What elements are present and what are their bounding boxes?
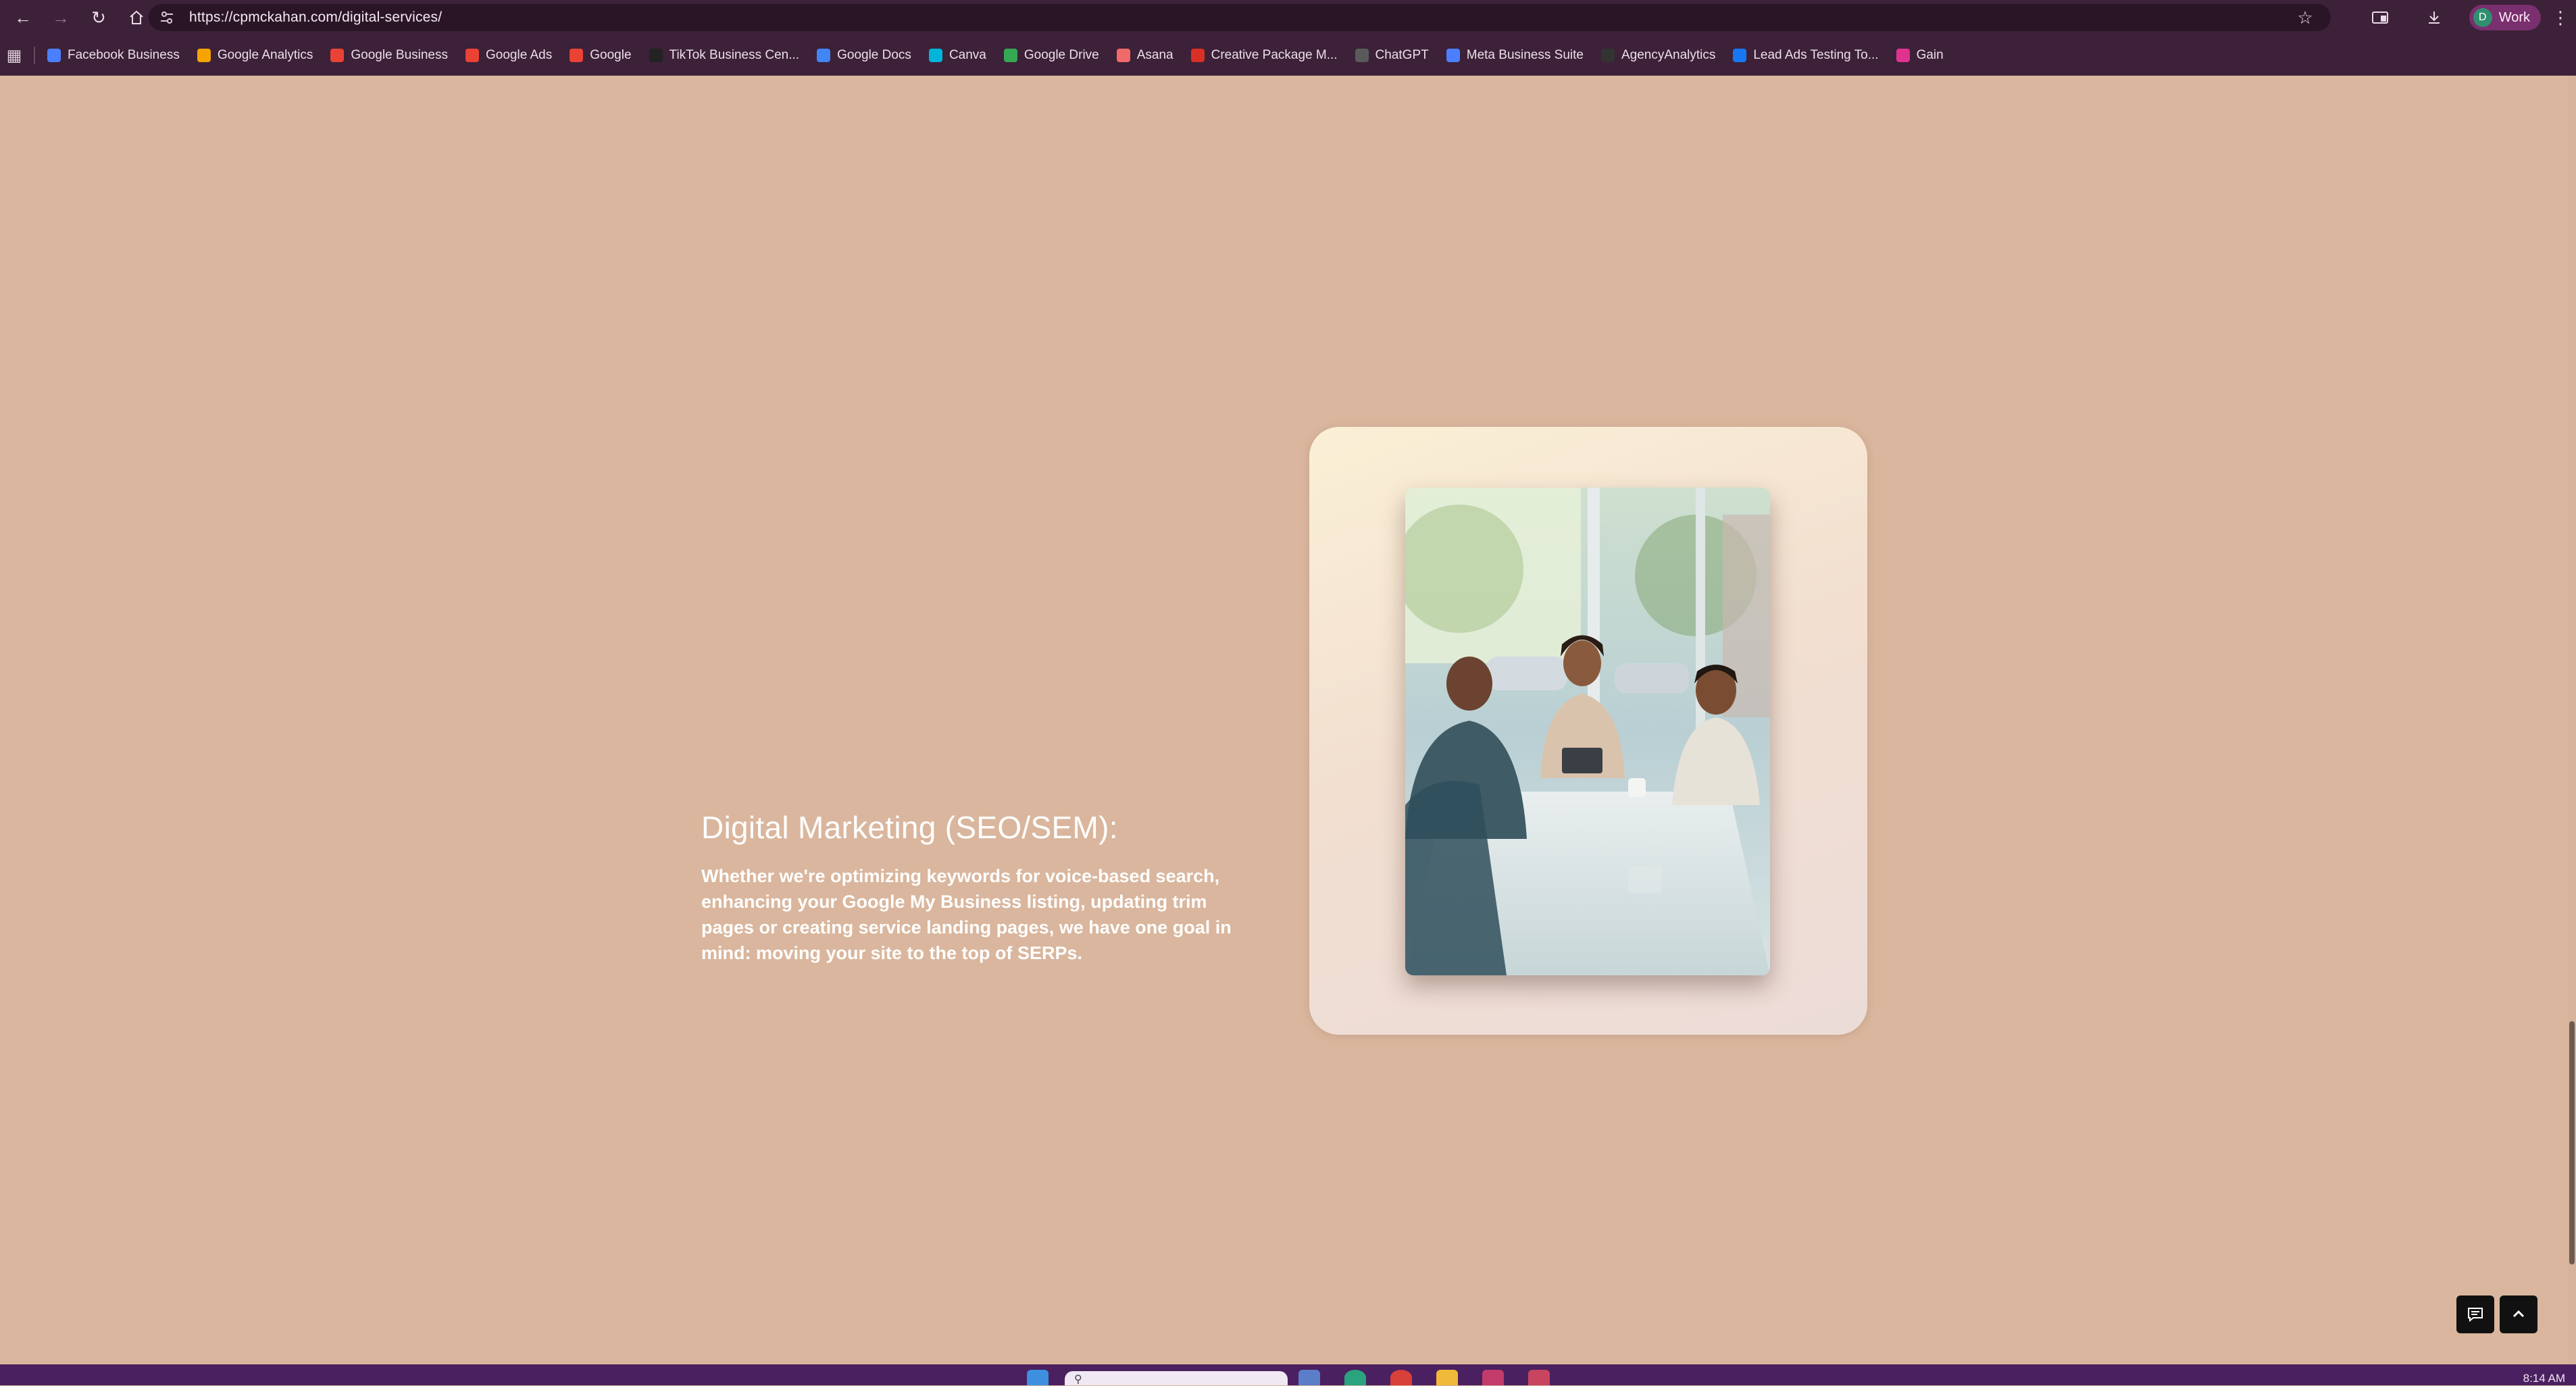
bookmark-label: Google Docs: [837, 48, 911, 62]
os-taskbar: ⚲ 8:14 AM: [0, 1364, 2576, 1385]
bookmark-label: Canva: [949, 48, 986, 62]
bookmark-item[interactable]: TikTok Business Cen...: [649, 48, 800, 63]
bookmark-label: ChatGPT: [1375, 48, 1429, 62]
more-menu-icon[interactable]: ⋮: [2550, 7, 2571, 28]
scroll-to-top-button[interactable]: [2500, 1295, 2537, 1333]
bookmark-item[interactable]: Creative Package M...: [1190, 48, 1338, 63]
address-bar[interactable]: https://cpmckahan.com/digital-services/ …: [149, 4, 2331, 31]
arrow-right-icon: →: [52, 7, 70, 28]
bookmark-label: Creative Package M...: [1211, 48, 1338, 62]
apps-grid-icon[interactable]: ▦: [4, 46, 24, 66]
bookmark-item[interactable]: Asana: [1116, 48, 1173, 63]
bookmark-item[interactable]: Facebook Business: [47, 48, 180, 63]
site-info-icon[interactable]: [154, 5, 180, 30]
chrome-profile-2-icon[interactable]: [1528, 1370, 1550, 1385]
toolbar-right: D Work ⋮: [2341, 0, 2576, 35]
meta-icon: [47, 49, 61, 62]
meta-icon: [1446, 49, 1460, 62]
profile-button[interactable]: D Work: [2469, 5, 2541, 30]
bookmark-item[interactable]: Gain: [1896, 48, 1944, 63]
tiktok-icon: [649, 49, 663, 62]
chrome-browser-icon[interactable]: [1390, 1370, 1412, 1385]
bookmarks-list: Facebook Business Google Analytics Google …: [47, 48, 1961, 63]
bookmarks-divider: [34, 47, 35, 64]
bookmark-item[interactable]: Google Analytics: [197, 48, 313, 63]
bookmark-label: Google Business: [351, 48, 449, 62]
browser-toolbar: ← → ↻ https://cpmckahan.com/digital-serv…: [0, 0, 2576, 35]
chrome-profile-icon[interactable]: [1482, 1370, 1504, 1385]
bookmark-label: TikTok Business Cen...: [669, 48, 800, 62]
section-description: Whether we're optimizing keywords for vo…: [701, 866, 1232, 963]
gain-icon: [1896, 49, 1910, 62]
windows-start-icon[interactable]: [1027, 1370, 1049, 1385]
bookmark-label: Facebook Business: [68, 48, 180, 62]
agency-analytics-icon: [1600, 49, 1615, 62]
search-icon: ⚲: [1074, 1374, 1082, 1385]
facebook-icon: [1733, 49, 1747, 62]
bookmark-item[interactable]: Meta Business Suite: [1446, 48, 1584, 63]
forward-button[interactable]: →: [46, 3, 76, 32]
file-explorer-icon[interactable]: [1436, 1370, 1458, 1385]
drive-icon: [1003, 49, 1017, 62]
bookmark-label: AgencyAnalytics: [1621, 48, 1716, 62]
bookmark-item[interactable]: Google Business: [330, 48, 448, 63]
bookmark-label: Google Analytics: [217, 48, 313, 62]
bookmark-label: Lead Ads Testing To...: [1753, 48, 1879, 62]
profile-label: Work: [2498, 9, 2530, 25]
back-button[interactable]: ←: [8, 3, 38, 32]
bookmark-item[interactable]: AgencyAnalytics: [1600, 48, 1716, 63]
asana-icon: [1116, 49, 1130, 62]
docs-icon: [817, 49, 831, 62]
reload-button[interactable]: ↻: [84, 3, 113, 32]
bookmark-item[interactable]: Google Drive: [1003, 48, 1099, 63]
meeting-photo: [1405, 488, 1770, 975]
reload-icon: ↻: [91, 7, 106, 28]
bookmark-label: Google: [590, 48, 632, 62]
gmail-icon: [1190, 49, 1205, 62]
bookmark-star-icon[interactable]: ☆: [2294, 7, 2316, 28]
bookmark-item[interactable]: Google: [570, 48, 632, 63]
chat-button[interactable]: [2456, 1295, 2494, 1333]
download-icon[interactable]: [2419, 3, 2449, 32]
task-view-icon[interactable]: [1298, 1370, 1320, 1385]
bookmark-label: Asana: [1136, 48, 1173, 62]
image-card: [1309, 427, 1867, 1035]
section-heading: Digital Marketing (SEO/SEM):: [701, 810, 1118, 845]
chat-icon: [2468, 1308, 2483, 1323]
bookmarks-bar: ▦ Facebook Business Google Analytics Googl…: [0, 35, 2576, 76]
meeting-photo-illustration: [1405, 488, 1770, 975]
analytics-icon: [197, 49, 211, 62]
bookmark-item[interactable]: Lead Ads Testing To...: [1733, 48, 1879, 63]
scrollbar-thumb[interactable]: [2569, 1021, 2575, 1264]
bookmark-label: Google Ads: [486, 48, 553, 62]
bookmark-item[interactable]: Canva: [928, 48, 986, 63]
taskbar-search[interactable]: ⚲: [1065, 1371, 1288, 1385]
bookmark-item[interactable]: ChatGPT: [1355, 48, 1429, 63]
chatgpt-icon: [1355, 49, 1369, 62]
bookmark-item[interactable]: Google Docs: [817, 48, 911, 63]
bookmark-label: Google Drive: [1024, 48, 1099, 62]
vertical-scrollbar[interactable]: [2567, 76, 2576, 1364]
taskbar-clock: 8:14 AM: [2523, 1372, 2565, 1385]
bookmark-label: Meta Business Suite: [1466, 48, 1584, 62]
canva-icon: [928, 49, 942, 62]
google-icon: [330, 49, 345, 62]
bookmark-item[interactable]: Google Ads: [465, 48, 552, 63]
url-text[interactable]: https://cpmckahan.com/digital-services/: [189, 9, 442, 26]
arrow-left-icon: ←: [14, 7, 32, 28]
bookmark-label: Gain: [1916, 48, 1944, 62]
google-icon: [570, 49, 584, 62]
chevron-up-icon: [2512, 1310, 2525, 1318]
page-content: [0, 76, 2567, 1364]
google-icon: [465, 49, 480, 62]
reading-mode-icon[interactable]: [2365, 3, 2395, 32]
avatar: D: [2473, 8, 2492, 27]
home-button[interactable]: [122, 3, 151, 32]
home-icon: [130, 10, 143, 24]
edge-browser-icon[interactable]: [1344, 1370, 1366, 1385]
